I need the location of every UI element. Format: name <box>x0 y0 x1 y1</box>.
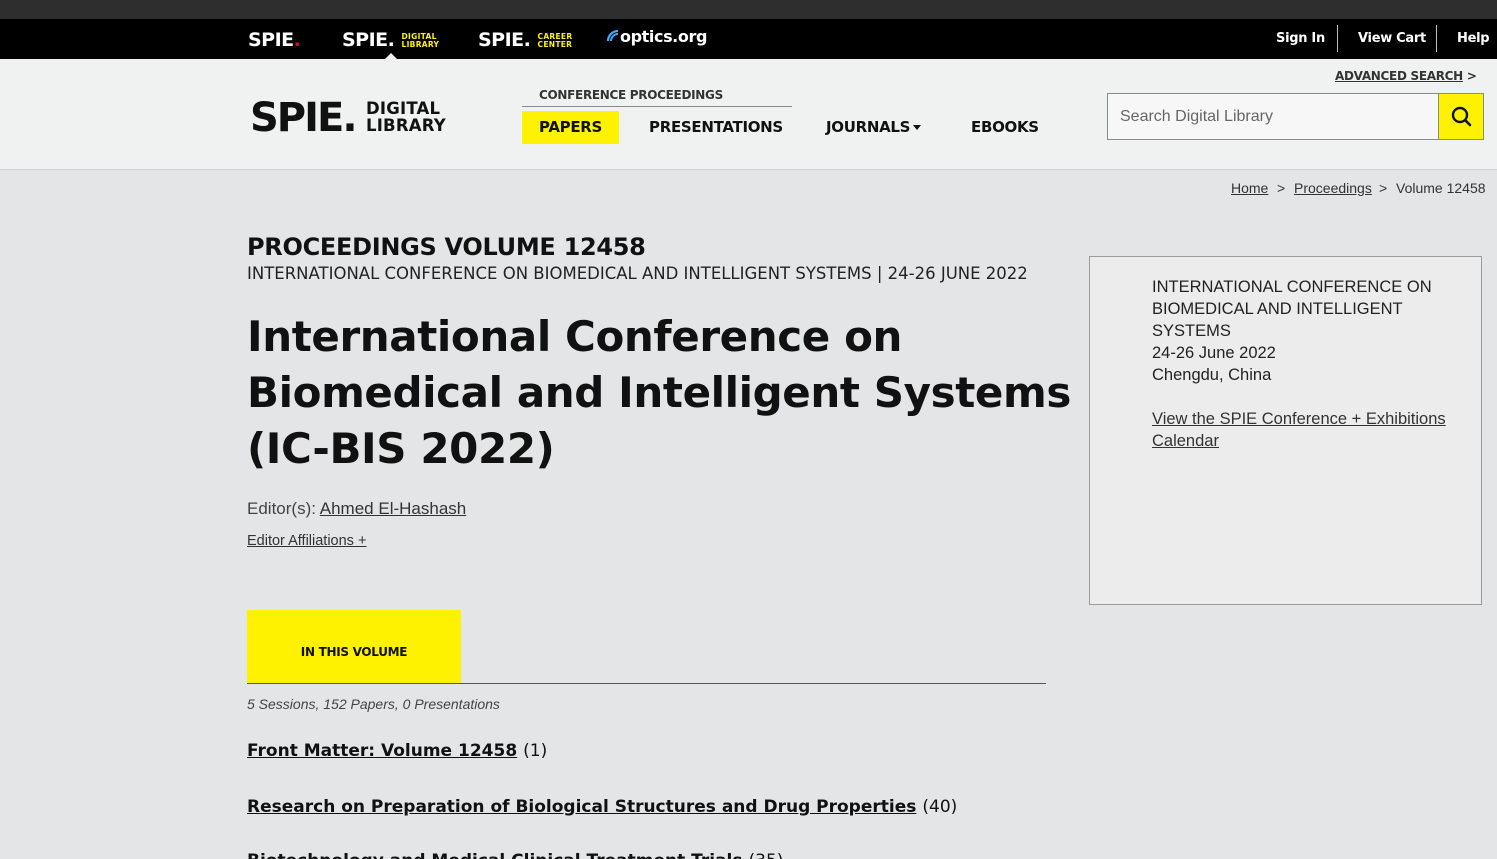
optics-org-text: optics.org <box>620 27 708 46</box>
career-center-brand-link[interactable]: SPIE. CAREER CENTER <box>478 28 572 52</box>
spie-digital-library-logo[interactable]: SPIE. DIGITAL LIBRARY <box>250 98 446 138</box>
spie-brand-dot: . <box>293 29 301 51</box>
logo-sub-line-2: LIBRARY <box>366 116 446 135</box>
advanced-search-label: ADVANCED SEARCH <box>1335 69 1463 83</box>
session-link[interactable]: Research on Preparation of Biological St… <box>247 797 916 817</box>
breadcrumb-separator: > <box>1277 180 1286 196</box>
editors-label: Editor(s): <box>247 499 316 518</box>
session-link[interactable]: Front Matter: Volume 12458 <box>247 741 517 761</box>
logo-spie-text: SPIE. <box>250 95 358 141</box>
volume-heading: PROCEEDINGS VOLUME 12458 <box>247 233 646 261</box>
conference-proceedings-divider <box>522 106 792 107</box>
editors-line: Editor(s): Ahmed El-Hashash <box>247 499 466 519</box>
sidebar-conference-name: INTERNATIONAL CONFERENCE ON BIOMEDICAL A… <box>1152 278 1432 340</box>
career-center-tag-line-2: CENTER <box>537 39 573 49</box>
sidebar-conference-location: Chengdu, China <box>1152 366 1272 384</box>
conference-calendar-link[interactable]: View the SPIE Conference + Exhibitions C… <box>1152 408 1452 452</box>
view-cart-link[interactable]: View Cart <box>1358 19 1426 59</box>
conference-info: INTERNATIONAL CONFERENCE ON BIOMEDICAL A… <box>1152 276 1452 386</box>
digital-library-tag-line-2: LIBRARY <box>401 39 440 49</box>
browser-top-strip <box>0 0 1497 19</box>
util-divider <box>1436 25 1437 52</box>
logo-spie-word: SPIE <box>250 95 344 141</box>
session-item: Research on Preparation of Biological St… <box>247 797 957 817</box>
session-count: (35) <box>749 851 784 859</box>
breadcrumb-current: Volume 12458 <box>1396 180 1486 196</box>
digital-library-brand-link[interactable]: SPIE. DIGITAL LIBRARY <box>342 28 439 52</box>
nav-ebooks[interactable]: EBOOKS <box>971 111 1039 144</box>
nav-journals[interactable]: JOURNALS <box>826 111 922 144</box>
util-divider <box>1337 25 1338 52</box>
advanced-search-link[interactable]: ADVANCED SEARCH > <box>1335 69 1477 83</box>
advanced-search-arrow: > <box>1466 69 1477 83</box>
session-link[interactable]: Biotechnology and Medical Clinical Treat… <box>247 851 743 859</box>
volume-stats: 5 Sessions, 152 Papers, 0 Presentations <box>247 696 500 712</box>
help-link[interactable]: Help <box>1457 19 1490 59</box>
search-button[interactable] <box>1438 93 1484 140</box>
nav-journals-label: JOURNALS <box>826 118 911 136</box>
logo-subtitle: DIGITAL LIBRARY <box>366 100 446 134</box>
page-title: International Conference on Biomedical a… <box>247 312 1071 473</box>
editor-affiliations-toggle[interactable]: Editor Affiliations + <box>247 533 366 549</box>
career-center-brand-text: SPIE <box>478 29 524 51</box>
spie-brand-link[interactable]: SPIE. <box>248 28 301 52</box>
sidebar-conference-dates: 24-26 June 2022 <box>1152 344 1276 362</box>
search-input[interactable] <box>1107 93 1439 140</box>
digital-library-brand-dot: . <box>387 29 395 51</box>
career-center-brand-tag: CAREER CENTER <box>537 32 573 49</box>
nav-presentations[interactable]: PRESENTATIONS <box>649 111 783 144</box>
conference-line: INTERNATIONAL CONFERENCE ON BIOMEDICAL A… <box>247 264 1028 283</box>
conference-proceedings-label: CONFERENCE PROCEEDINGS <box>539 88 723 102</box>
tab-underline <box>247 683 1046 684</box>
session-count: (40) <box>922 797 958 817</box>
session-item: Biotechnology and Medical Clinical Treat… <box>247 851 783 859</box>
digital-library-brand-text: SPIE <box>342 29 388 51</box>
optics-org-brand-link[interactable]: optics.org <box>606 27 707 46</box>
session-item: Front Matter: Volume 12458 (1) <box>247 741 547 761</box>
brand-bar <box>0 19 1497 59</box>
optics-arc-icon <box>606 29 619 42</box>
tab-in-this-volume[interactable]: IN THIS VOLUME <box>247 610 461 683</box>
career-center-brand-dot: . <box>523 29 531 51</box>
spie-brand-text: SPIE <box>248 29 294 51</box>
breadcrumb-proceedings[interactable]: Proceedings <box>1294 180 1372 196</box>
nav-papers[interactable]: PAPERS <box>522 111 620 144</box>
sign-in-link[interactable]: Sign In <box>1276 19 1325 59</box>
breadcrumb-separator: > <box>1379 180 1388 196</box>
search-icon <box>1451 106 1472 127</box>
session-count: (1) <box>523 741 548 761</box>
breadcrumb-home[interactable]: Home <box>1231 180 1268 196</box>
editor-link[interactable]: Ahmed El-Hashash <box>320 499 466 518</box>
caret-down-icon <box>913 125 922 130</box>
digital-library-brand-tag: DIGITAL LIBRARY <box>401 32 440 49</box>
